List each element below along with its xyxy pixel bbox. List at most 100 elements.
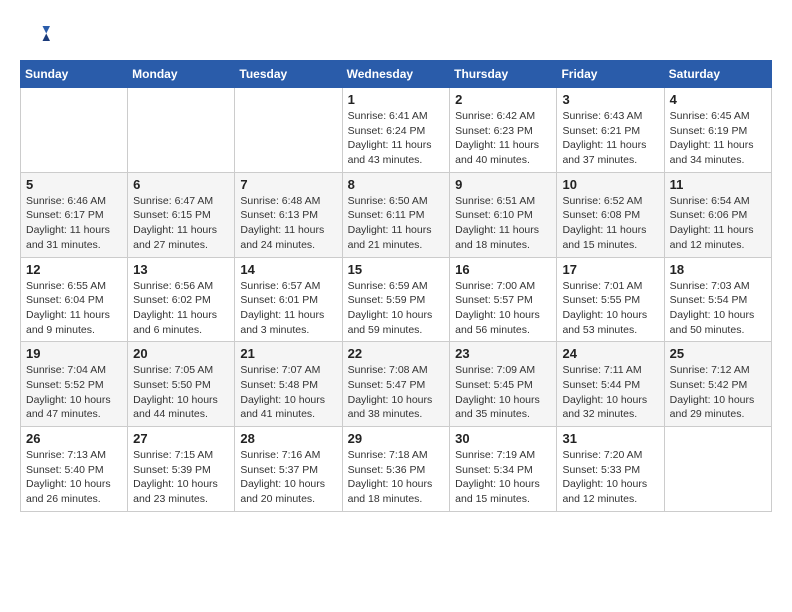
day-info: Sunrise: 7:01 AM Sunset: 5:55 PM Dayligh… <box>562 279 658 338</box>
day-number: 1 <box>348 92 445 107</box>
day-number: 31 <box>562 431 658 446</box>
day-number: 9 <box>455 177 551 192</box>
day-info: Sunrise: 6:52 AM Sunset: 6:08 PM Dayligh… <box>562 194 658 253</box>
day-info: Sunrise: 7:05 AM Sunset: 5:50 PM Dayligh… <box>133 363 229 422</box>
calendar-cell: 12Sunrise: 6:55 AM Sunset: 6:04 PM Dayli… <box>21 257 128 342</box>
day-number: 7 <box>240 177 336 192</box>
day-number: 13 <box>133 262 229 277</box>
day-number: 6 <box>133 177 229 192</box>
day-info: Sunrise: 6:41 AM Sunset: 6:24 PM Dayligh… <box>348 109 445 168</box>
day-info: Sunrise: 7:16 AM Sunset: 5:37 PM Dayligh… <box>240 448 336 507</box>
day-number: 16 <box>455 262 551 277</box>
calendar-cell: 28Sunrise: 7:16 AM Sunset: 5:37 PM Dayli… <box>235 427 342 512</box>
calendar-table: SundayMondayTuesdayWednesdayThursdayFrid… <box>20 60 772 512</box>
weekday-header: Thursday <box>450 61 557 88</box>
calendar-week-row: 1 Sunrise: 6:41 AM Sunset: 6:24 PM Daylig… <box>21 88 772 173</box>
calendar-week-row: 19Sunrise: 7:04 AM Sunset: 5:52 PM Dayli… <box>21 342 772 427</box>
day-number: 5 <box>26 177 122 192</box>
day-info: Sunrise: 7:04 AM Sunset: 5:52 PM Dayligh… <box>26 363 122 422</box>
day-number: 20 <box>133 346 229 361</box>
calendar-cell: 29 Sunrise: 7:18 AM Sunset: 5:36 PM Dayli… <box>342 427 450 512</box>
day-info: Sunrise: 7:09 AM Sunset: 5:45 PM Dayligh… <box>455 363 551 422</box>
day-info: Sunrise: 7:08 AM Sunset: 5:47 PM Dayligh… <box>348 363 445 422</box>
calendar-cell: 5 Sunrise: 6:46 AM Sunset: 6:17 PM Daylig… <box>21 172 128 257</box>
calendar-cell: 2 Sunrise: 6:42 AM Sunset: 6:23 PM Daylig… <box>450 88 557 173</box>
day-number: 30 <box>455 431 551 446</box>
calendar-cell <box>664 427 771 512</box>
day-info: Sunrise: 6:42 AM Sunset: 6:23 PM Dayligh… <box>455 109 551 168</box>
calendar-cell: 10 Sunrise: 6:52 AM Sunset: 6:08 PM Dayli… <box>557 172 664 257</box>
calendar-cell: 7 Sunrise: 6:48 AM Sunset: 6:13 PM Daylig… <box>235 172 342 257</box>
calendar-cell: 1 Sunrise: 6:41 AM Sunset: 6:24 PM Daylig… <box>342 88 450 173</box>
calendar-cell: 18 Sunrise: 7:03 AM Sunset: 5:54 PM Dayli… <box>664 257 771 342</box>
calendar-cell: 15 Sunrise: 6:59 AM Sunset: 5:59 PM Dayli… <box>342 257 450 342</box>
day-number: 2 <box>455 92 551 107</box>
day-info: Sunrise: 6:54 AM Sunset: 6:06 PM Dayligh… <box>670 194 766 253</box>
weekday-header: Monday <box>128 61 235 88</box>
calendar-cell: 26 Sunrise: 7:13 AM Sunset: 5:40 PM Dayli… <box>21 427 128 512</box>
day-info: Sunrise: 6:55 AM Sunset: 6:04 PM Dayligh… <box>26 279 122 338</box>
day-number: 27 <box>133 431 229 446</box>
day-number: 26 <box>26 431 122 446</box>
day-number: 10 <box>562 177 658 192</box>
calendar-cell: 23 Sunrise: 7:09 AM Sunset: 5:45 PM Dayli… <box>450 342 557 427</box>
calendar-cell: 20 Sunrise: 7:05 AM Sunset: 5:50 PM Dayli… <box>128 342 235 427</box>
calendar-cell: 21Sunrise: 7:07 AM Sunset: 5:48 PM Dayli… <box>235 342 342 427</box>
day-info: Sunrise: 6:46 AM Sunset: 6:17 PM Dayligh… <box>26 194 122 253</box>
calendar-cell: 11Sunrise: 6:54 AM Sunset: 6:06 PM Dayli… <box>664 172 771 257</box>
day-number: 8 <box>348 177 445 192</box>
calendar-cell: 24Sunrise: 7:11 AM Sunset: 5:44 PM Dayli… <box>557 342 664 427</box>
day-number: 29 <box>348 431 445 446</box>
weekday-header: Tuesday <box>235 61 342 88</box>
day-number: 15 <box>348 262 445 277</box>
weekday-header: Wednesday <box>342 61 450 88</box>
day-info: Sunrise: 7:03 AM Sunset: 5:54 PM Dayligh… <box>670 279 766 338</box>
day-number: 25 <box>670 346 766 361</box>
day-info: Sunrise: 7:12 AM Sunset: 5:42 PM Dayligh… <box>670 363 766 422</box>
calendar-week-row: 26 Sunrise: 7:13 AM Sunset: 5:40 PM Dayli… <box>21 427 772 512</box>
calendar-cell: 25 Sunrise: 7:12 AM Sunset: 5:42 PM Dayli… <box>664 342 771 427</box>
day-info: Sunrise: 7:19 AM Sunset: 5:34 PM Dayligh… <box>455 448 551 507</box>
calendar-cell <box>235 88 342 173</box>
day-number: 3 <box>562 92 658 107</box>
day-info: Sunrise: 6:48 AM Sunset: 6:13 PM Dayligh… <box>240 194 336 253</box>
day-info: Sunrise: 6:51 AM Sunset: 6:10 PM Dayligh… <box>455 194 551 253</box>
day-number: 23 <box>455 346 551 361</box>
day-number: 18 <box>670 262 766 277</box>
calendar-cell: 19Sunrise: 7:04 AM Sunset: 5:52 PM Dayli… <box>21 342 128 427</box>
calendar-cell: 30 Sunrise: 7:19 AM Sunset: 5:34 PM Dayli… <box>450 427 557 512</box>
page-header <box>20 20 772 50</box>
calendar-cell: 22 Sunrise: 7:08 AM Sunset: 5:47 PM Dayli… <box>342 342 450 427</box>
calendar-week-row: 12Sunrise: 6:55 AM Sunset: 6:04 PM Dayli… <box>21 257 772 342</box>
day-info: Sunrise: 7:13 AM Sunset: 5:40 PM Dayligh… <box>26 448 122 507</box>
calendar-cell: 14 Sunrise: 6:57 AM Sunset: 6:01 PM Dayli… <box>235 257 342 342</box>
calendar-cell: 6 Sunrise: 6:47 AM Sunset: 6:15 PM Daylig… <box>128 172 235 257</box>
day-number: 14 <box>240 262 336 277</box>
calendar-cell: 31 Sunrise: 7:20 AM Sunset: 5:33 PM Dayli… <box>557 427 664 512</box>
day-number: 21 <box>240 346 336 361</box>
day-number: 22 <box>348 346 445 361</box>
calendar-week-row: 5 Sunrise: 6:46 AM Sunset: 6:17 PM Daylig… <box>21 172 772 257</box>
day-info: Sunrise: 7:20 AM Sunset: 5:33 PM Dayligh… <box>562 448 658 507</box>
logo <box>20 20 54 50</box>
calendar-cell: 4Sunrise: 6:45 AM Sunset: 6:19 PM Daylig… <box>664 88 771 173</box>
calendar-cell: 9 Sunrise: 6:51 AM Sunset: 6:10 PM Daylig… <box>450 172 557 257</box>
calendar-cell: 27 Sunrise: 7:15 AM Sunset: 5:39 PM Dayli… <box>128 427 235 512</box>
weekday-header: Saturday <box>664 61 771 88</box>
day-info: Sunrise: 6:59 AM Sunset: 5:59 PM Dayligh… <box>348 279 445 338</box>
calendar-cell: 8 Sunrise: 6:50 AM Sunset: 6:11 PM Daylig… <box>342 172 450 257</box>
calendar-cell: 16 Sunrise: 7:00 AM Sunset: 5:57 PM Dayli… <box>450 257 557 342</box>
day-info: Sunrise: 7:00 AM Sunset: 5:57 PM Dayligh… <box>455 279 551 338</box>
day-number: 4 <box>670 92 766 107</box>
day-info: Sunrise: 6:57 AM Sunset: 6:01 PM Dayligh… <box>240 279 336 338</box>
weekday-header-row: SundayMondayTuesdayWednesdayThursdayFrid… <box>21 61 772 88</box>
logo-icon <box>20 20 50 50</box>
day-number: 17 <box>562 262 658 277</box>
calendar-cell: 17 Sunrise: 7:01 AM Sunset: 5:55 PM Dayli… <box>557 257 664 342</box>
day-info: Sunrise: 7:15 AM Sunset: 5:39 PM Dayligh… <box>133 448 229 507</box>
day-info: Sunrise: 6:50 AM Sunset: 6:11 PM Dayligh… <box>348 194 445 253</box>
day-info: Sunrise: 7:18 AM Sunset: 5:36 PM Dayligh… <box>348 448 445 507</box>
calendar-cell <box>21 88 128 173</box>
day-info: Sunrise: 6:47 AM Sunset: 6:15 PM Dayligh… <box>133 194 229 253</box>
calendar-cell <box>128 88 235 173</box>
